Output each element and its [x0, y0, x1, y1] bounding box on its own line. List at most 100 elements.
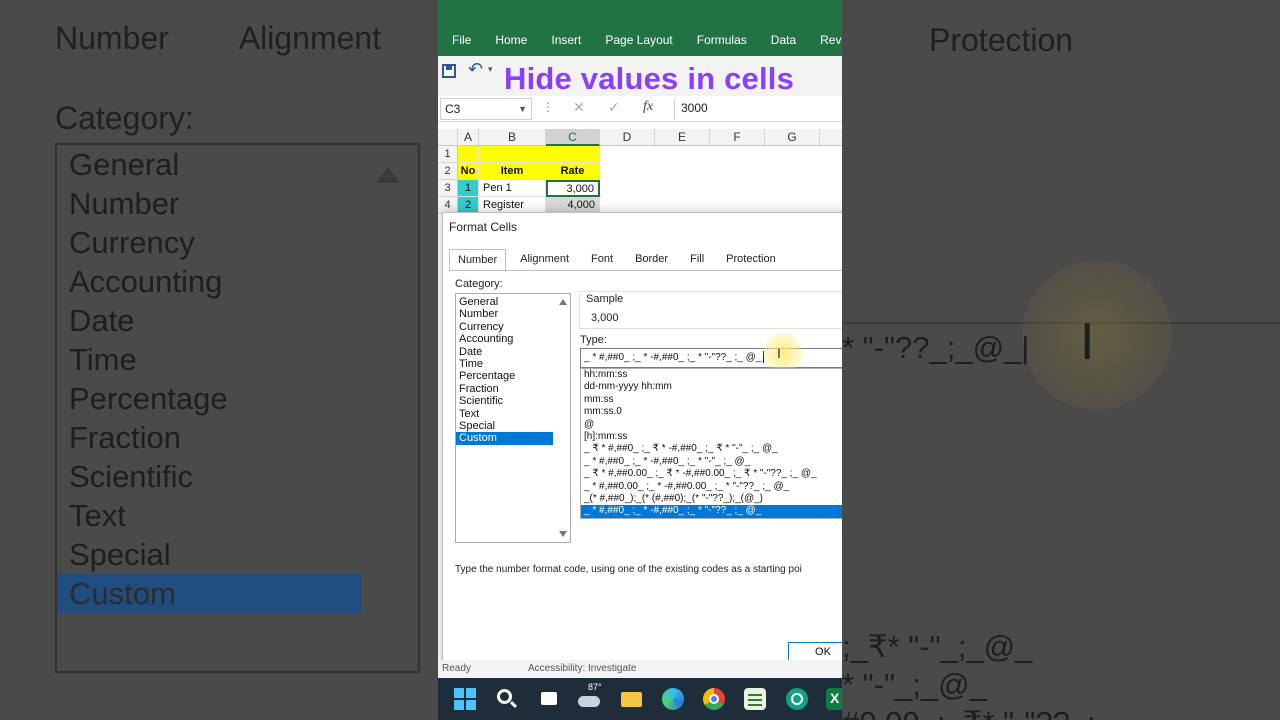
ribbon: File Home Insert Page Layout Formulas Da…	[438, 0, 842, 56]
type-item[interactable]: dd-mm-yyyy hh:mm	[581, 381, 842, 393]
accessibility-status[interactable]: Accessibility: Investigate	[528, 663, 636, 674]
task-view-icon[interactable]	[538, 688, 560, 710]
type-item-selected[interactable]: _ * #,##0_ ;_ * -#,##0_ ;_ * "-"??_ ;_ @…	[581, 505, 842, 518]
category-item-custom[interactable]: Custom	[456, 432, 553, 445]
ribbon-tab-home[interactable]: Home	[495, 33, 527, 47]
cell-a2[interactable]: No	[458, 163, 479, 180]
column-header-b[interactable]: B	[479, 129, 546, 146]
worksheet-grid: A B C D E F G 1 2 3 4 No Item Rate 1 Pen…	[438, 129, 842, 214]
dialog-title: Format Cells	[449, 220, 518, 234]
type-item[interactable]: _ * #,##0_ ;_ * -#,##0_ ;_ * "-"_ ;_ @_	[581, 456, 842, 468]
category-item-special[interactable]: Special	[456, 420, 553, 432]
weather-icon[interactable]: 87°	[578, 682, 602, 710]
edge-icon[interactable]	[662, 688, 684, 710]
type-item[interactable]: _ ₹ * #,##0_ ;_ ₹ * -#,##0_ ;_ ₹ * "-"_ …	[581, 443, 842, 455]
save-icon[interactable]	[442, 64, 456, 78]
ok-button[interactable]: OK	[788, 642, 842, 662]
chevron-down-icon[interactable]: ▾	[488, 64, 493, 75]
search-icon[interactable]	[496, 688, 518, 710]
cell-b3[interactable]: Pen 1	[479, 180, 546, 197]
name-box[interactable]: C3 ▼	[440, 98, 532, 120]
scroll-up-icon[interactable]	[559, 299, 567, 305]
bg-category-item: Accounting	[69, 264, 223, 299]
chatgpt-icon[interactable]	[786, 688, 808, 710]
cell-a1[interactable]	[458, 146, 479, 163]
category-item-general[interactable]: General	[456, 296, 553, 308]
chevron-down-icon[interactable]: ▼	[518, 99, 527, 119]
category-item-text[interactable]: Text	[456, 408, 553, 420]
enter-icon[interactable]: ✓	[608, 99, 620, 116]
category-item-date[interactable]: Date	[456, 346, 553, 358]
cell-c3-active[interactable]: 3,000	[546, 180, 600, 197]
tab-fill[interactable]: Fill	[682, 249, 712, 272]
type-item[interactable]: _ ₹ * #,##0.00_ ;_ ₹ * -#,##0.00_ ;_ ₹ *…	[581, 468, 842, 480]
category-item-number[interactable]: Number	[456, 308, 553, 320]
windows-start-icon[interactable]	[454, 688, 476, 710]
bg-bottom-line: ;_₹* "-"_;_@_	[842, 629, 1033, 664]
select-all-corner[interactable]	[438, 129, 458, 146]
type-item[interactable]: [h]:mm:ss	[581, 431, 842, 443]
ribbon-tab-page-layout[interactable]: Page Layout	[605, 33, 672, 47]
scroll-down-icon[interactable]	[559, 531, 567, 537]
category-item-currency[interactable]: Currency	[456, 321, 553, 333]
cell-c1[interactable]	[546, 146, 600, 163]
ribbon-tab-file[interactable]: File	[452, 33, 471, 47]
tab-border[interactable]: Border	[627, 249, 676, 272]
cancel-icon[interactable]: ✕	[573, 99, 585, 116]
chrome-icon[interactable]	[703, 688, 725, 710]
type-item[interactable]: mm:ss	[581, 394, 842, 406]
column-header-h[interactable]	[820, 129, 842, 146]
column-header-d[interactable]: D	[600, 129, 655, 146]
tab-font[interactable]: Font	[583, 249, 621, 272]
tab-number[interactable]: Number	[449, 249, 507, 272]
formula-input[interactable]: 3000	[681, 101, 708, 115]
type-item[interactable]: _ * #,##0.00_ ;_ * -#,##0.00_ ;_ * "-"??…	[581, 481, 842, 493]
more-icon: ⋮	[542, 100, 554, 114]
bg-tab-number: Number	[55, 20, 169, 56]
category-item-percentage[interactable]: Percentage	[456, 370, 553, 382]
category-item-scientific[interactable]: Scientific	[456, 395, 553, 407]
cell-b1[interactable]	[479, 146, 546, 163]
insert-function-button[interactable]: fx	[643, 99, 653, 115]
tab-alignment[interactable]: Alignment	[512, 249, 577, 272]
excel-icon[interactable]: X	[826, 688, 842, 710]
type-item[interactable]: @	[581, 419, 842, 431]
cell-b2[interactable]: Item	[479, 163, 546, 180]
category-item-fraction[interactable]: Fraction	[456, 383, 553, 395]
bg-category-item: Percentage	[69, 381, 228, 416]
bg-category-item: Scientific	[69, 459, 194, 494]
tab-divider	[449, 270, 842, 271]
type-item[interactable]: _(* #,##0_);_(* (#,##0);_(* "-"??_);_(@_…	[581, 493, 842, 505]
ribbon-tab-insert[interactable]: Insert	[551, 33, 581, 47]
cell-a3[interactable]: 1	[458, 180, 479, 197]
category-item-time[interactable]: Time	[456, 358, 553, 370]
tab-protection[interactable]: Protection	[718, 249, 784, 272]
row-header-3[interactable]: 3	[438, 180, 458, 197]
row-header-2[interactable]: 2	[438, 163, 458, 180]
undo-icon[interactable]: ↶	[468, 59, 483, 80]
status-bar: Ready Accessibility: Investigate	[438, 660, 842, 678]
category-item-accounting[interactable]: Accounting	[456, 333, 553, 345]
file-explorer-icon[interactable]	[620, 688, 642, 710]
notepad-icon[interactable]	[744, 688, 766, 710]
row-header-1[interactable]: 1	[438, 146, 458, 163]
column-header-g[interactable]: G	[765, 129, 820, 146]
ribbon-tab-formulas[interactable]: Formulas	[697, 33, 747, 47]
type-input-value: _ * #,##0_ ;_ * -#,##0_ ;_ * "-"??_ ;_ @…	[584, 352, 762, 363]
bg-category-item: General	[69, 147, 180, 182]
column-header-c[interactable]: C	[546, 129, 600, 146]
bg-category-item: Number	[69, 186, 180, 221]
column-header-a[interactable]: A	[458, 129, 479, 146]
type-item[interactable]: mm:ss.0	[581, 406, 842, 418]
bg-category-item: Special	[69, 537, 171, 572]
category-items: General Number Currency Accounting Date …	[456, 294, 570, 445]
type-item[interactable]: hh:mm:ss	[581, 369, 842, 381]
category-list: General Number Currency Accounting Date …	[455, 293, 571, 543]
ribbon-tab-review[interactable]: Revi	[820, 33, 842, 47]
type-label: Type:	[580, 334, 607, 346]
sample-label: Sample	[586, 293, 624, 305]
cell-c2[interactable]: Rate	[546, 163, 600, 180]
ribbon-tab-data[interactable]: Data	[771, 33, 796, 47]
column-header-f[interactable]: F	[710, 129, 765, 146]
column-header-e[interactable]: E	[655, 129, 710, 146]
